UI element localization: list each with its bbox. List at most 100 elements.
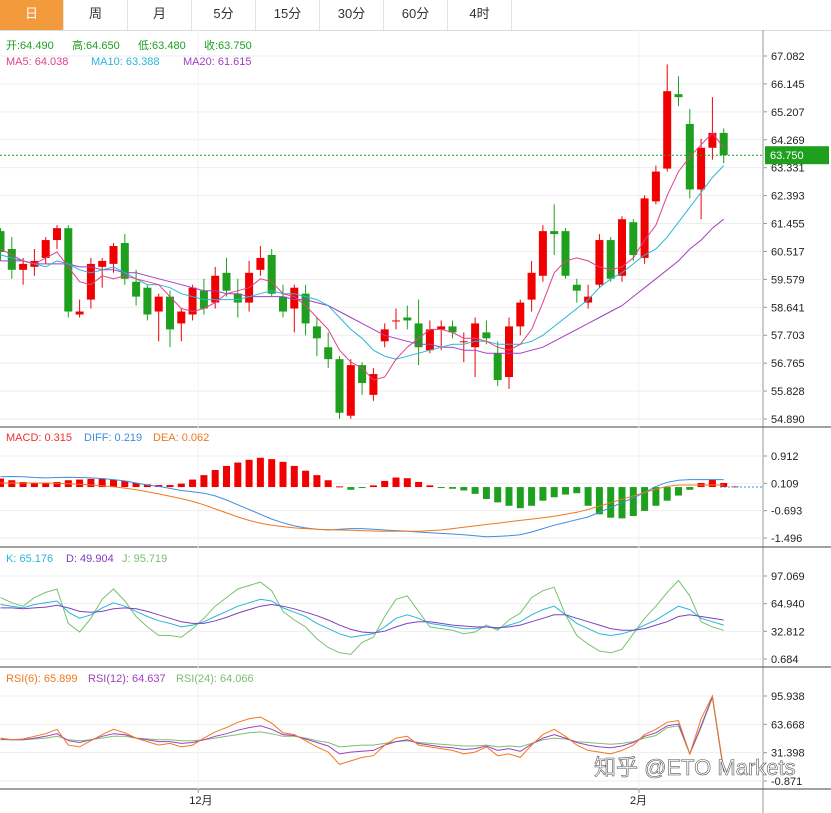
macd-hist-bar bbox=[708, 479, 716, 488]
macd-tick-label: 0.109 bbox=[771, 478, 799, 490]
price-tick-label: 66.145 bbox=[771, 79, 805, 91]
candle-body bbox=[109, 246, 118, 264]
kdj-tick-label: 32.812 bbox=[771, 626, 805, 638]
kdj-tick-label: 0.684 bbox=[771, 654, 799, 666]
candle-body bbox=[324, 347, 333, 360]
macd-hist-bar bbox=[392, 477, 400, 488]
candle-body bbox=[53, 228, 61, 241]
candle-body bbox=[459, 341, 468, 343]
macd-hist-bar bbox=[42, 482, 50, 488]
candle-body bbox=[471, 323, 480, 348]
macd-hist-bar bbox=[200, 475, 208, 488]
macd-hist-bar bbox=[223, 465, 230, 488]
macd-hist-bar bbox=[663, 487, 671, 501]
macd-hist-bar bbox=[177, 483, 185, 488]
candle-body bbox=[98, 260, 107, 267]
rsi6-label: RSI(6): 65.899 bbox=[6, 673, 78, 685]
macd-hist-bar bbox=[528, 487, 536, 506]
kdj-j-line bbox=[0, 579, 724, 655]
macd-hist-bar bbox=[358, 487, 366, 489]
macd-hist-bar bbox=[482, 487, 490, 499]
candle-body bbox=[550, 231, 559, 235]
price-tick-label: 59.579 bbox=[771, 274, 805, 286]
macd-hist-bar bbox=[449, 487, 456, 489]
kdj-tick-label: 64.940 bbox=[771, 599, 805, 611]
candle-body bbox=[75, 311, 84, 315]
macd-hist-bar bbox=[471, 487, 479, 494]
macd-hist-bar bbox=[53, 481, 61, 488]
macd-hist-bar bbox=[347, 487, 355, 490]
candle-body bbox=[154, 296, 163, 312]
macd-hist-bar bbox=[675, 487, 682, 496]
macd-hist-bar bbox=[686, 487, 694, 490]
candle-body bbox=[233, 293, 242, 303]
ma20-label: MA20: 61.615 bbox=[183, 56, 252, 68]
ma5-line bbox=[0, 132, 725, 381]
price-tick-label: 63.331 bbox=[771, 163, 805, 175]
macd-hist-bar bbox=[166, 485, 174, 488]
ma20-line bbox=[0, 218, 725, 354]
macd-hist-bar bbox=[460, 487, 468, 491]
candle-body bbox=[482, 332, 491, 339]
watermark: 知乎 @ETO Markets bbox=[594, 755, 796, 780]
macd-hist-bar bbox=[403, 478, 411, 488]
candle-body bbox=[211, 275, 220, 303]
macd-tick-label: 0.912 bbox=[771, 451, 799, 463]
price-tick-label: 57.703 bbox=[771, 330, 805, 342]
axis-labels: 67.082 66.145 65.207 64.269 63.331 62.393 61.4… bbox=[189, 51, 829, 807]
price-tick-label: 61.455 bbox=[771, 219, 805, 231]
macd-hist-bar bbox=[279, 461, 287, 488]
candle-body bbox=[132, 281, 141, 297]
macd-hist-bar bbox=[573, 487, 581, 494]
candle-body bbox=[674, 94, 683, 98]
macd-hist-bar bbox=[245, 459, 253, 488]
candle-body bbox=[425, 329, 434, 351]
ohlc-low: 低:63.480 bbox=[138, 39, 186, 52]
macd-hist-bar bbox=[426, 485, 434, 488]
candle-body bbox=[41, 240, 50, 258]
candle-body bbox=[177, 311, 186, 324]
candle-body bbox=[640, 198, 649, 258]
d-label: D: 49.904 bbox=[66, 553, 114, 565]
candle-body bbox=[312, 326, 321, 339]
macd-hist-bar bbox=[30, 482, 38, 488]
macd-hist-bar bbox=[595, 487, 603, 515]
price-tick-label: 54.890 bbox=[771, 414, 805, 426]
chart-svg[interactable]: 67.082 66.145 65.207 64.269 63.331 62.393 61.4… bbox=[0, 0, 831, 813]
macd-hist-bar bbox=[189, 479, 197, 488]
price-tick-label: 65.207 bbox=[771, 107, 805, 119]
candle-body bbox=[290, 287, 299, 309]
price-tick-label: 62.393 bbox=[771, 191, 805, 203]
kdj-tick-label: 97.069 bbox=[771, 571, 805, 583]
candle-body bbox=[572, 284, 581, 291]
price-tick-label: 64.269 bbox=[771, 135, 805, 147]
j-label: J: 95.719 bbox=[122, 553, 167, 565]
candle-body bbox=[86, 263, 95, 300]
candle-body bbox=[663, 91, 672, 169]
rsi-tick-label: 63.668 bbox=[771, 719, 805, 731]
macd-hist-bar bbox=[110, 479, 117, 488]
macd-hist-bar bbox=[76, 479, 84, 488]
macd-hist-bar bbox=[324, 480, 332, 488]
price-tick-label: 67.082 bbox=[771, 51, 805, 63]
last-price-label: 63.750 bbox=[770, 150, 804, 162]
macd-hist-bar bbox=[550, 487, 558, 498]
macd-hist-bar bbox=[562, 487, 569, 495]
ohlc-close: 收:63.750 bbox=[204, 38, 252, 52]
price-tick-label: 55.828 bbox=[771, 386, 805, 398]
time-tick-label: 2月 bbox=[630, 795, 647, 807]
kdj-d-line bbox=[0, 603, 724, 634]
macd-hist-bar bbox=[505, 487, 513, 506]
diff-label: DIFF: 0.219 bbox=[84, 432, 142, 444]
macd-tick-label: -1.496 bbox=[771, 533, 802, 545]
ohlc-open: 开:64.490 bbox=[6, 40, 54, 52]
macd-hist-bar bbox=[381, 480, 389, 488]
macd-hist-bar bbox=[290, 465, 298, 488]
rsi-tick-label: 95.938 bbox=[771, 691, 805, 703]
candle-body bbox=[256, 257, 265, 270]
ma10-line bbox=[0, 165, 725, 360]
candle-body bbox=[392, 320, 400, 322]
macd-diff-line bbox=[0, 475, 724, 538]
candle-body bbox=[279, 296, 287, 312]
macd-hist-bar bbox=[584, 487, 592, 506]
